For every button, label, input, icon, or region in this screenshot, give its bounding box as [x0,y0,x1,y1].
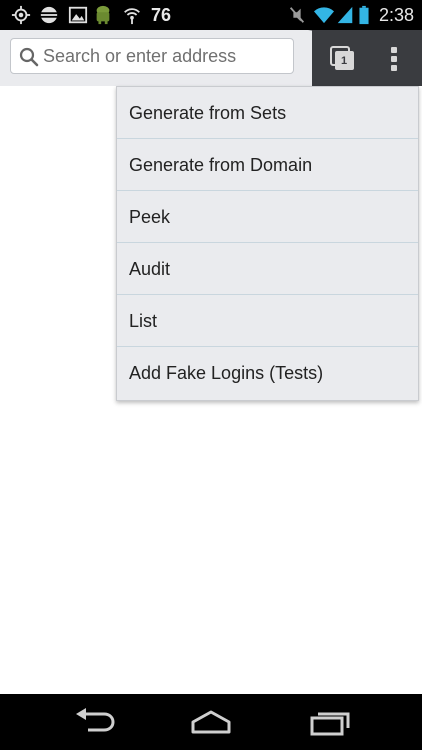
address-bar[interactable] [10,38,294,74]
recents-icon[interactable] [310,708,352,736]
tab-count: 1 [340,55,348,67]
wifi-hotspot-icon [124,8,140,25]
battery-percent-text: 76 [151,5,172,25]
menu-item-add-fake-logins[interactable]: Add Fake Logins (Tests) [117,347,418,400]
battery-icon [359,5,369,25]
status-bar: 76 2:38 [0,0,422,30]
menu-item-peek[interactable]: Peek [117,191,418,243]
android-icon [96,5,110,25]
menu-item-generate-from-domain[interactable]: Generate from Domain [117,139,418,191]
overflow-menu-button[interactable] [384,44,404,74]
back-icon[interactable] [74,708,116,736]
home-icon[interactable] [189,708,233,736]
search-icon [19,47,39,67]
gps-icon [11,5,31,25]
signal-icon [337,6,353,24]
sync-icon [40,6,58,24]
tabs-button[interactable]: 1 [328,44,358,74]
menu-item-audit[interactable]: Audit [117,243,418,295]
clock-time: 2:38 [379,5,415,25]
image-icon [68,6,88,24]
mute-icon [289,7,305,23]
search-input[interactable] [43,42,283,70]
wifi-icon [314,7,334,24]
navigation-bar [0,694,422,750]
dropdown-menu: Generate from Sets Generate from Domain … [116,86,419,401]
menu-item-list[interactable]: List [117,295,418,347]
menu-item-generate-from-sets[interactable]: Generate from Sets [117,87,418,139]
